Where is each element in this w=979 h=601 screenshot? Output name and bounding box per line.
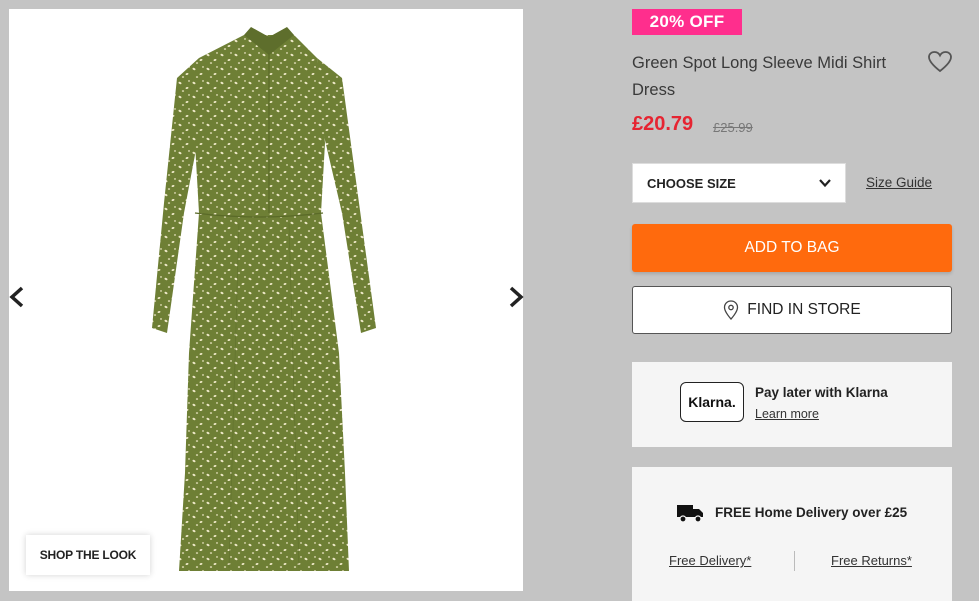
discount-badge: 20% OFF [632,9,742,35]
chevron-right-icon[interactable] [503,285,527,309]
product-image-gallery: SHOP THE LOOK [6,9,524,591]
size-select[interactable]: CHOOSE SIZE [632,163,846,203]
free-returns-link[interactable]: Free Returns* [831,553,912,568]
size-guide-link[interactable]: Size Guide [866,175,932,190]
klarna-learn-more-link[interactable]: Learn more [755,407,819,421]
klarna-logo: Klarna. [680,382,744,422]
heart-outline-icon[interactable] [927,50,953,74]
product-image [152,27,376,571]
find-in-store-label: FIND IN STORE [747,301,861,318]
find-in-store-button[interactable]: FIND IN STORE [632,286,952,334]
size-select-label: CHOOSE SIZE [647,175,736,191]
shop-the-look-button[interactable]: SHOP THE LOOK [26,535,150,575]
chevron-down-icon [819,179,831,188]
divider [794,551,795,571]
chevron-left-icon[interactable] [6,285,30,309]
add-to-bag-button[interactable]: ADD TO BAG [632,224,952,272]
free-delivery-link[interactable]: Free Delivery* [669,553,751,568]
location-pin-icon [724,300,739,320]
current-price: £20.79 [632,113,694,135]
klarna-panel: Klarna. Pay later with Klarna Learn more [632,362,952,447]
original-price: £25.99 [713,120,753,135]
delivery-title: FREE Home Delivery over £25 [715,505,908,520]
product-title: Green Spot Long Sleeve Midi Shirt Dress [632,54,887,99]
klarna-title: Pay later with Klarna [755,385,888,400]
truck-icon [677,505,703,523]
delivery-panel: FREE Home Delivery over £25 Free Deliver… [632,467,952,601]
